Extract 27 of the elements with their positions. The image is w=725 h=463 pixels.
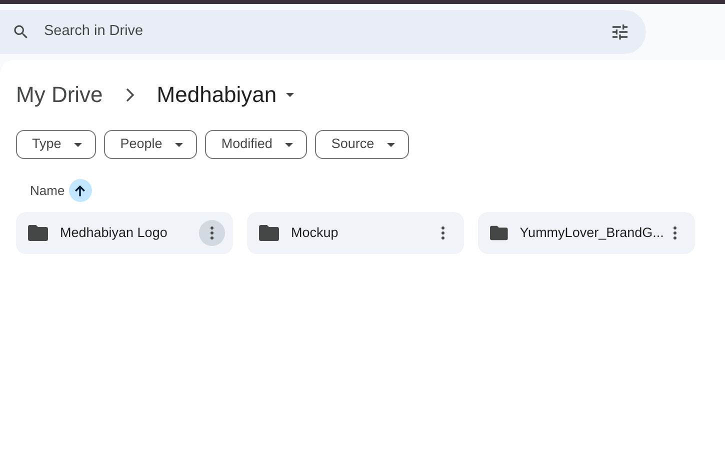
chevron-right-icon [124,88,135,102]
filter-chip[interactable]: Modified [205,130,308,159]
folder-icon [490,225,508,241]
folder-name: Medhabiyan Logo [60,224,168,242]
filter-chip[interactable]: Source [315,130,410,159]
sort-direction-button[interactable] [68,179,92,202]
more-vertical-icon [673,226,678,240]
more-actions-button[interactable] [199,220,225,246]
filter-sliders-icon[interactable] [610,22,630,42]
folder-name: YummyLover_BrandG... [520,224,664,242]
column-label: Name [30,182,65,200]
folder-name: Mockup [291,224,340,242]
folder-icon [28,225,48,241]
filter-chip[interactable]: People [104,130,198,159]
more-vertical-icon [441,226,445,240]
folder-icon [259,225,279,241]
folder-card[interactable]: YummyLover_BrandG... [478,212,695,254]
folder-card[interactable]: Medhabiyan Logo [16,212,233,254]
search-input[interactable]: Search in Drive [30,20,610,44]
folder-card[interactable]: Mockup [247,212,464,254]
search-bar[interactable]: Search in Drive [0,10,646,54]
more-vertical-icon [210,226,214,240]
search-icon [12,23,30,41]
filter-chip[interactable]: Type [16,130,96,159]
arrow-up-icon [73,184,88,198]
breadcrumb-link[interactable]: My Drive [16,78,103,111]
current-folder-dropdown[interactable]: Medhabiyan [156,78,295,111]
